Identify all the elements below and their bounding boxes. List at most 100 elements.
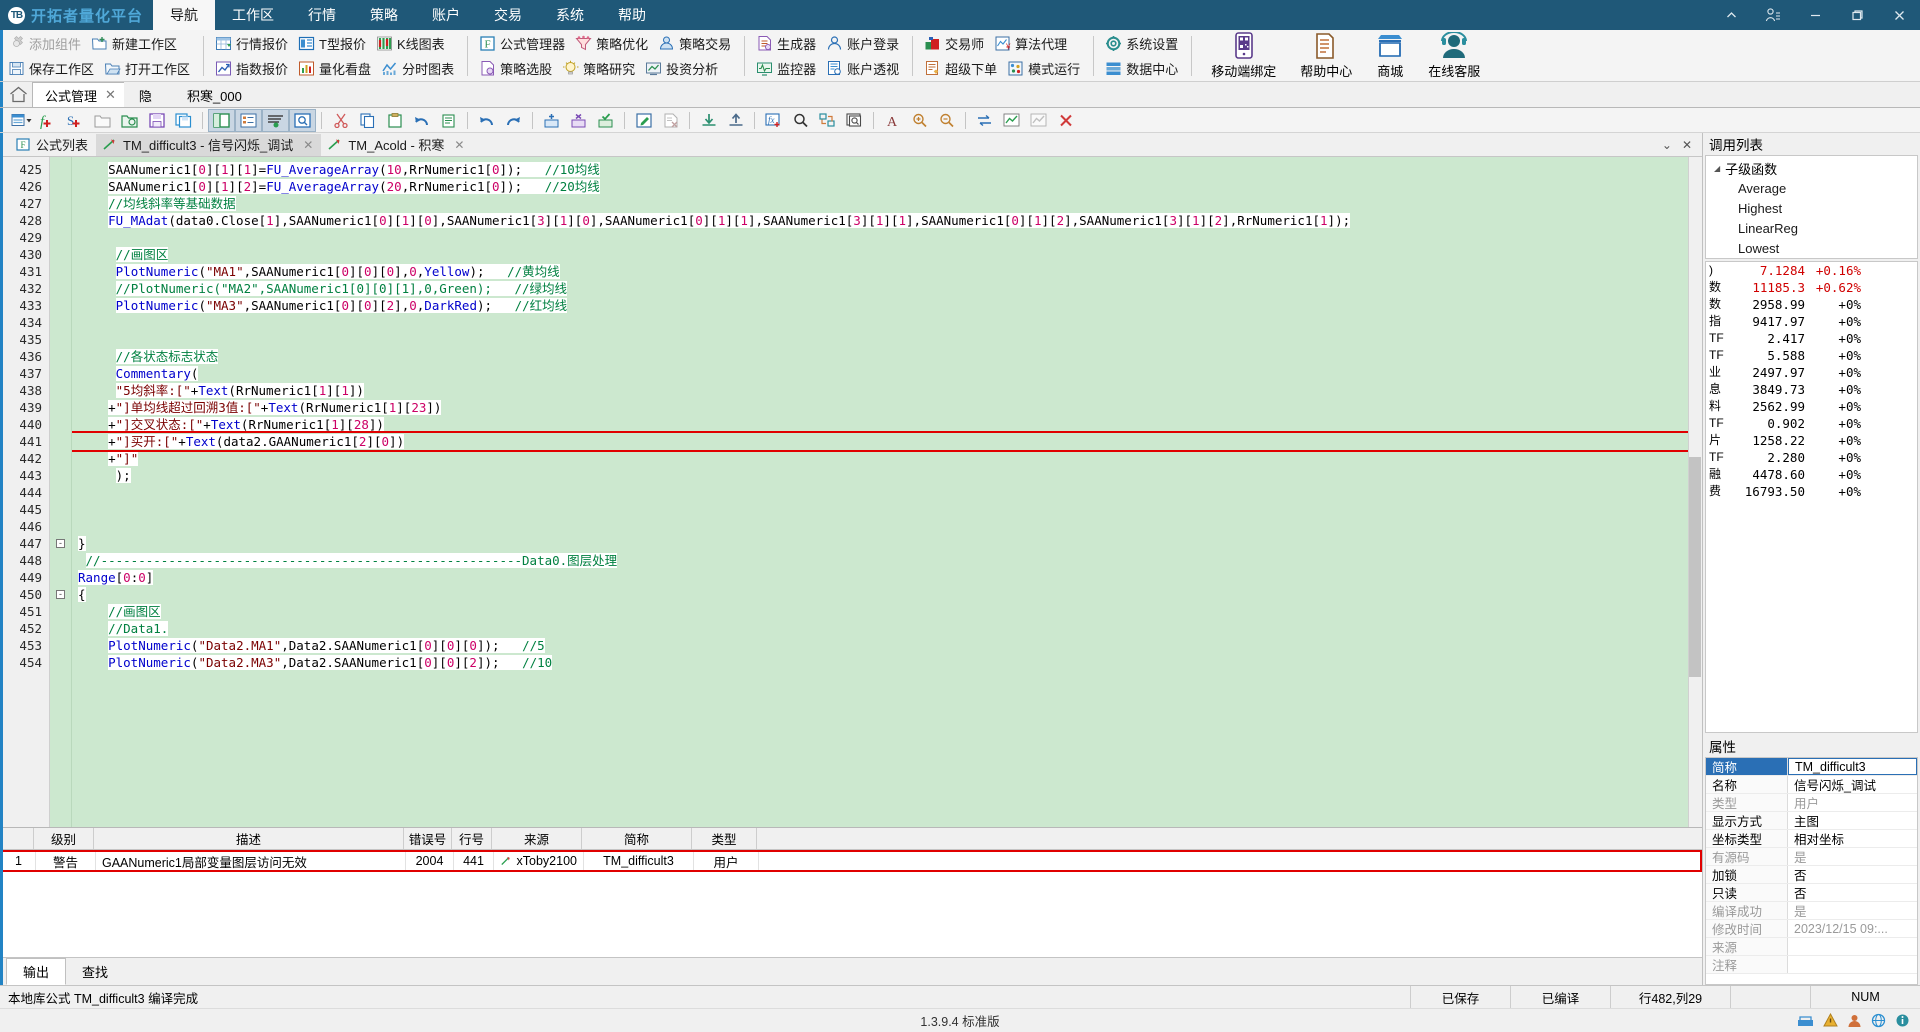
online-service-button[interactable]: 在线客服	[1416, 31, 1492, 81]
property-value[interactable]: 是	[1788, 848, 1917, 865]
file-tab-tm-acold[interactable]: TM_Acold - 积寒 ✕	[321, 134, 472, 156]
undo2-icon[interactable]	[473, 109, 500, 132]
doc-tab-formula-manager[interactable]: 公式管理 ✕	[32, 82, 125, 107]
minimize-icon[interactable]	[1794, 0, 1836, 30]
save-icon[interactable]	[143, 109, 170, 132]
code-line[interactable]: }	[72, 535, 1702, 552]
shop-button[interactable]: 商城	[1364, 31, 1416, 81]
export-icon[interactable]	[722, 109, 749, 132]
file-tab-tm-difficult3[interactable]: TM_difficult3 - 信号闪烁_调试 ✕	[96, 133, 322, 156]
property-row[interactable]: 注释	[1706, 956, 1917, 974]
code-line[interactable]: +"]买开:["+Text(data2.GAANumeric1[2][0])	[72, 431, 1702, 452]
add-function-icon[interactable]: f	[35, 109, 62, 132]
alert-icon[interactable]	[1823, 1013, 1838, 1028]
new-formula-dropdown-icon[interactable]	[8, 109, 35, 132]
tab-output[interactable]: 输出	[6, 958, 67, 985]
doc-tab-jihan[interactable]: 积寒_000	[159, 82, 251, 107]
quote-row[interactable]: TF 2.280 +0%	[1706, 449, 1917, 466]
property-value[interactable]: 2023/12/15 09:...	[1788, 920, 1917, 937]
quote-row[interactable]: TF 2.417 +0%	[1706, 330, 1917, 347]
quote-list[interactable]: ) 7.1284 +0.16% 数 11185.3 +0.62% 数 2958.99 +0% 指 9…	[1705, 261, 1918, 733]
quote-row[interactable]: 业 2497.97 +0%	[1706, 364, 1917, 381]
menu-item-workspace[interactable]: 工作区	[215, 0, 291, 30]
code-fold-column[interactable]: --	[50, 157, 72, 827]
quote-row[interactable]: 指 9417.97 +0%	[1706, 313, 1917, 330]
generator-button[interactable]: 生成器	[752, 32, 822, 55]
code-line[interactable]: PlotNumeric("Data2.MA1",Data2.SAANumeric…	[72, 637, 1702, 654]
table-row[interactable]: 1 警告 GAANumeric1局部变量图层访问无效 2004 441 xTob…	[0, 850, 1702, 872]
property-value[interactable]: 用户	[1788, 794, 1917, 811]
clear-doc-icon[interactable]	[657, 109, 684, 132]
code-line[interactable]: //PlotNumeric("MA2",SAANumeric1[0][0][1]…	[72, 280, 1702, 297]
scrollbar-thumb[interactable]	[1689, 457, 1701, 677]
quote-row[interactable]: ) 7.1284 +0.16%	[1706, 262, 1917, 279]
code-line[interactable]	[72, 501, 1702, 518]
fx-insert-icon[interactable]: fx	[760, 109, 787, 132]
t-quote-button[interactable]: T型报价	[294, 32, 372, 55]
save-all-icon[interactable]	[170, 109, 197, 132]
undo-icon[interactable]	[408, 109, 435, 132]
quote-row[interactable]: 料 2562.99 +0%	[1706, 398, 1917, 415]
code-line[interactable]: "5均斜率:["+Text(RrNumeric1[1][1])	[72, 382, 1702, 399]
investment-analysis-button[interactable]: 投资分析	[641, 57, 724, 80]
menu-item-trade[interactable]: 交易	[477, 0, 539, 30]
property-value[interactable]: 相对坐标	[1788, 830, 1917, 847]
user-icon[interactable]	[1847, 1013, 1862, 1028]
tree-leaf-highest[interactable]: Highest	[1706, 198, 1917, 218]
open-folder-icon[interactable]	[89, 109, 116, 132]
add-component-button[interactable]: 添加组件	[4, 32, 87, 55]
zoom-in-icon[interactable]	[906, 109, 933, 132]
home-button[interactable]	[4, 82, 32, 107]
menu-item-strategy[interactable]: 策略	[353, 0, 415, 30]
code-line[interactable]: {	[72, 586, 1702, 603]
chevron-down-icon[interactable]: ⌄	[1662, 138, 1672, 152]
tree-node-sub-functions[interactable]: ◢ 子级函数	[1706, 158, 1917, 178]
strategy-stockpick-button[interactable]: 策略选股	[475, 57, 558, 80]
new-workspace-button[interactable]: 新建工作区	[87, 32, 183, 55]
font-icon[interactable]: A	[879, 109, 906, 132]
code-line[interactable]	[72, 331, 1702, 348]
close-icon[interactable]: ✕	[454, 138, 464, 152]
menu-item-help[interactable]: 帮助	[601, 0, 663, 30]
property-row[interactable]: 类型 用户	[1706, 794, 1917, 812]
close-icon[interactable]: ✕	[105, 87, 116, 103]
property-row[interactable]: 显示方式 主图	[1706, 812, 1917, 830]
restore-icon[interactable]	[1836, 0, 1878, 30]
remove-bp-icon[interactable]	[565, 109, 592, 132]
save-workspace-button[interactable]: 保存工作区	[4, 57, 100, 80]
code-line[interactable]: FU_MAdat(data0.Close[1],SAANumeric1[0][1…	[72, 212, 1702, 229]
code-line[interactable]: +"]单均线超过回溯3值:["+Text(RrNumeric1[1][23])	[72, 399, 1702, 416]
outline-tree-icon[interactable]	[235, 108, 262, 132]
timeshare-chart-button[interactable]: 分时图表	[377, 57, 460, 80]
code-text[interactable]: SAANumeric1[0][1][1]=FU_AverageArray(10,…	[72, 157, 1702, 827]
inspect-window-icon[interactable]	[289, 108, 316, 132]
tree-leaf-lowest[interactable]: Lowest	[1706, 238, 1917, 258]
menu-item-account[interactable]: 账户	[415, 0, 477, 30]
copy-icon[interactable]	[354, 109, 381, 132]
properties-table[interactable]: 简称 TM_difficult3 名称 信号闪烁_调试 类型 用户 显示方式 主图 坐标类型 相对…	[1705, 757, 1918, 985]
call-list-tree[interactable]: ◢ 子级函数 Average Highest LinearReg Lowest	[1705, 155, 1918, 259]
code-line[interactable]: //--------------------------------------…	[72, 552, 1702, 569]
property-row[interactable]: 坐标类型 相对坐标	[1706, 830, 1917, 848]
property-row[interactable]: 有源码是	[1706, 848, 1917, 866]
zoom-out-icon[interactable]	[933, 109, 960, 132]
quote-row[interactable]: 片 1258.22 +0%	[1706, 432, 1917, 449]
edit-icon[interactable]	[630, 109, 657, 132]
insert-bp-icon[interactable]	[538, 109, 565, 132]
redo-icon[interactable]	[500, 109, 527, 132]
property-value[interactable]: 是	[1788, 902, 1917, 919]
network-icon[interactable]	[1797, 1013, 1814, 1028]
fold-toggle[interactable]: -	[50, 535, 71, 552]
code-line[interactable]	[72, 229, 1702, 246]
quant-board-button[interactable]: 量化看盘	[294, 57, 377, 80]
quote-row[interactable]: 数 11185.3 +0.62%	[1706, 279, 1917, 296]
property-row[interactable]: 名称 信号闪烁_调试	[1706, 776, 1917, 794]
quote-row[interactable]: 息 3849.73 +0%	[1706, 381, 1917, 398]
property-row[interactable]: 加锁否	[1706, 866, 1917, 884]
monitor-button[interactable]: 监控器	[752, 57, 822, 80]
property-row[interactable]: 来源	[1706, 938, 1917, 956]
super-order-button[interactable]: 超级下单	[920, 57, 1003, 80]
code-line[interactable]: Commentary(	[72, 365, 1702, 382]
formula-manager-button[interactable]: F 公式管理器	[475, 32, 571, 55]
code-editor[interactable]: 425 426 427 428 429 430 431 432 433 434 435 436 437 4…	[0, 157, 1702, 827]
